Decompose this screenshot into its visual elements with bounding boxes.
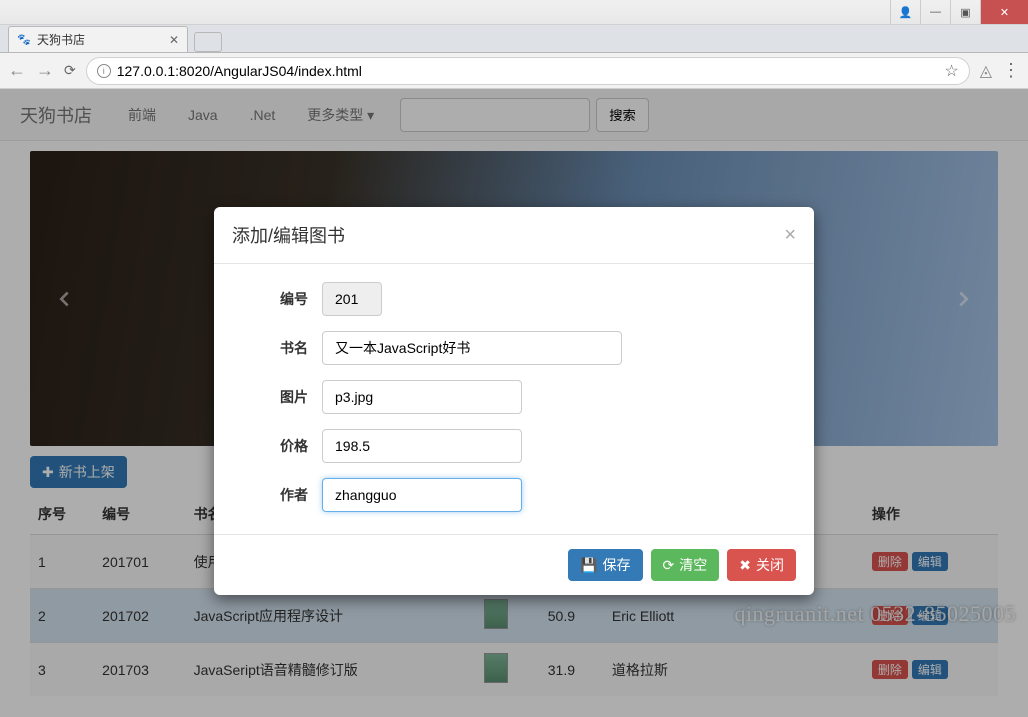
edit-book-modal: 添加/编辑图书 × 编号 书名 图片 价格 作者: [214, 207, 814, 595]
favicon-icon: 🐾: [17, 33, 31, 47]
window-user-icon[interactable]: 👤: [890, 0, 920, 24]
extension-icon[interactable]: ◬: [980, 61, 992, 81]
browser-tab[interactable]: 🐾 天狗书店 ✕: [8, 26, 188, 52]
tab-close-icon[interactable]: ✕: [169, 33, 179, 47]
window-close[interactable]: ✕: [980, 0, 1028, 24]
tab-title: 天狗书店: [37, 31, 85, 48]
modal-close-button[interactable]: ✖ 关闭: [727, 549, 796, 581]
modal-save-button[interactable]: 💾 保存: [568, 549, 642, 581]
modal-title: 添加/编辑图书: [232, 222, 345, 248]
nav-forward-icon[interactable]: →: [36, 60, 54, 81]
close-icon: ✖: [739, 557, 751, 574]
url-input[interactable]: [117, 63, 939, 79]
window-minimize[interactable]: —: [920, 0, 950, 24]
browser-menu-icon[interactable]: ⋮: [1002, 60, 1020, 81]
reload-icon[interactable]: ⟳: [64, 62, 76, 79]
field-name-input[interactable]: [322, 331, 622, 365]
refresh-icon: ⟳: [663, 557, 675, 574]
window-titlebar: 👤 — ▣ ✕: [0, 0, 1028, 25]
window-maximize[interactable]: ▣: [950, 0, 980, 24]
field-id-input: [322, 282, 382, 316]
field-name-label: 书名: [232, 338, 322, 358]
nav-back-icon[interactable]: ←: [8, 60, 26, 81]
field-img-input[interactable]: [322, 380, 522, 414]
field-img-label: 图片: [232, 387, 322, 407]
save-icon: 💾: [580, 557, 597, 574]
new-tab-button[interactable]: [194, 32, 222, 52]
field-id-label: 编号: [232, 289, 322, 309]
field-author-input[interactable]: [322, 478, 522, 512]
bookmark-star-icon[interactable]: ☆: [944, 61, 958, 81]
modal-clear-button[interactable]: ⟳ 清空: [651, 549, 720, 581]
browser-tab-strip: 🐾 天狗书店 ✕: [0, 25, 1028, 53]
browser-toolbar: ← → ⟳ i ☆ ◬ ⋮: [0, 53, 1028, 89]
address-bar[interactable]: i ☆: [86, 57, 970, 85]
modal-close-icon[interactable]: ×: [784, 224, 796, 247]
field-author-label: 作者: [232, 485, 322, 505]
field-price-input[interactable]: [322, 429, 522, 463]
field-price-label: 价格: [232, 436, 322, 456]
site-info-icon[interactable]: i: [97, 64, 111, 78]
